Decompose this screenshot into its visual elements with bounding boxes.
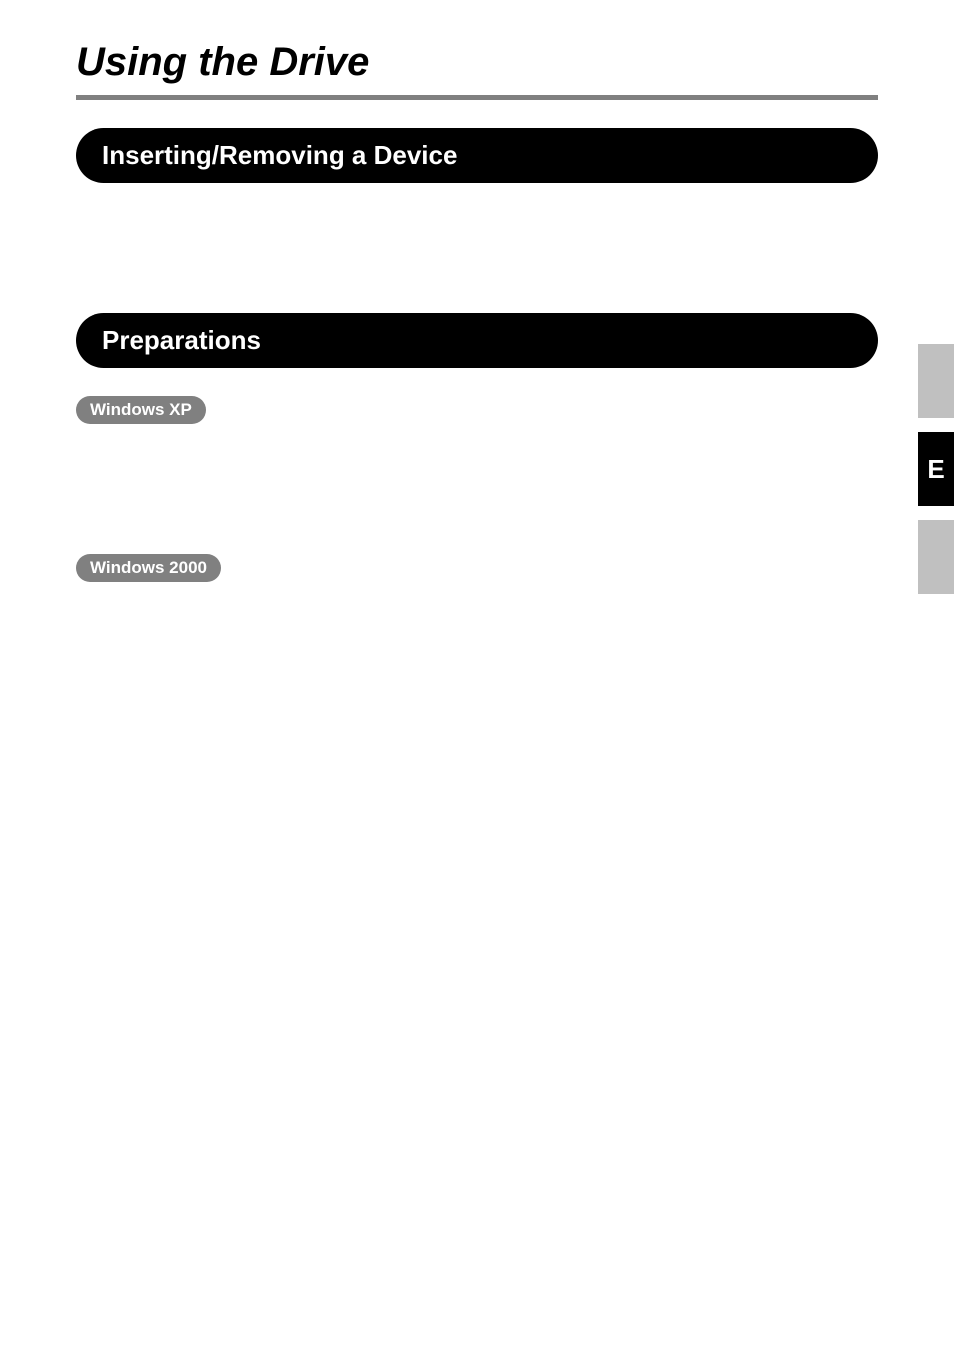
section-heading-inserting-removing: Inserting/Removing a Device	[76, 128, 878, 183]
os-label-windows-2000: Windows 2000	[76, 554, 221, 582]
os-label-windows-xp: Windows XP	[76, 396, 206, 424]
page-title: Using the Drive	[76, 40, 878, 85]
side-tab-1[interactable]	[918, 344, 954, 418]
side-tab-active[interactable]: E	[918, 432, 954, 506]
title-divider	[76, 95, 878, 100]
side-tab-3[interactable]	[918, 520, 954, 594]
section-heading-preparations: Preparations	[76, 313, 878, 368]
side-tab-group: E	[918, 344, 954, 594]
